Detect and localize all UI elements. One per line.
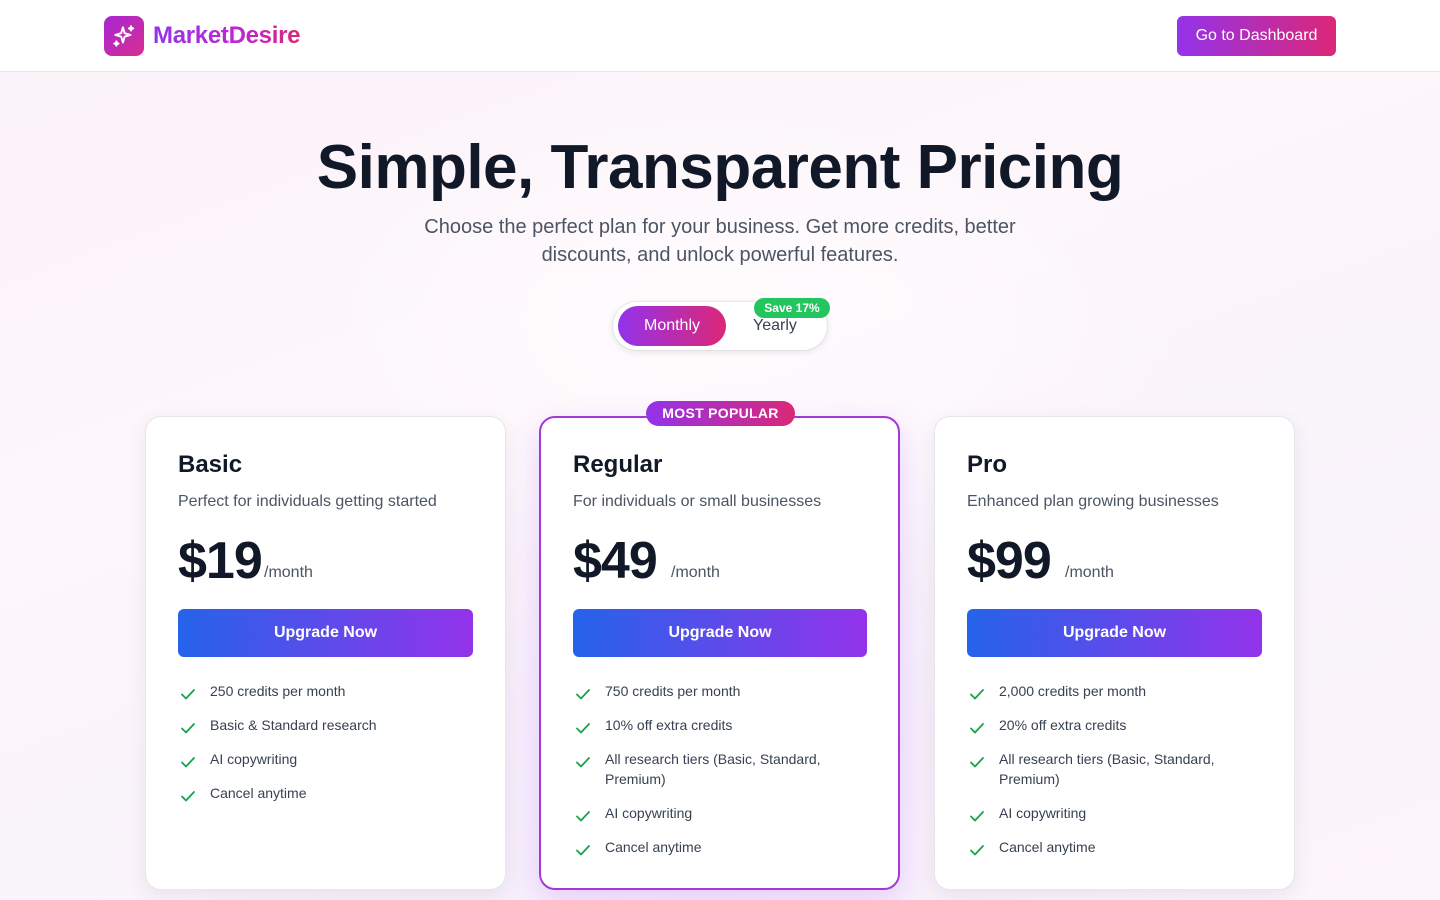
check-icon (970, 689, 984, 700)
feature-text: Cancel anytime (605, 839, 702, 855)
plan-period: /month (671, 564, 720, 581)
plan-card-regular: Regular For individuals or small busines… (539, 416, 900, 890)
upgrade-now-button[interactable]: Upgrade Now (573, 609, 867, 657)
feature-text: AI copywriting (210, 751, 298, 767)
plan-price: $19 (178, 532, 263, 590)
check-icon (576, 811, 590, 822)
plan-period: /month (1065, 564, 1114, 581)
feature-text: Cancel anytime (210, 785, 307, 801)
check-icon (576, 723, 590, 734)
check-icon (181, 723, 195, 734)
plan-name: Pro (967, 451, 1008, 478)
feature-list: 2,000 credits per month 20% off extra cr… (967, 681, 1237, 871)
monthly-toggle-button[interactable]: Monthly (618, 306, 726, 346)
go-to-dashboard-button[interactable]: Go to Dashboard (1177, 16, 1336, 56)
page-title: Simple, Transparent Pricing (316, 133, 1124, 202)
check-icon (970, 723, 984, 734)
feature-text: Basic & Standard research (210, 717, 377, 733)
feature-item: AI copywriting (178, 749, 448, 769)
feature-item: 750 credits per month (573, 681, 843, 701)
plan-card-basic: Basic Perfect for individuals getting st… (145, 416, 506, 890)
most-popular-badge: MOST POPULAR (646, 401, 795, 426)
check-icon (181, 689, 195, 700)
sparkles-icon[interactable] (104, 16, 144, 56)
check-icon (970, 757, 984, 768)
feature-item: All research tiers (Basic, Standard, Pre… (573, 749, 843, 789)
feature-item: 250 credits per month (178, 681, 448, 701)
feature-item: Cancel anytime (178, 783, 448, 803)
feature-item: AI copywriting (967, 803, 1237, 823)
check-icon (576, 757, 590, 768)
feature-text: AI copywriting (999, 805, 1087, 821)
feature-list: 750 credits per month 10% off extra cred… (573, 681, 843, 871)
check-icon (576, 845, 590, 856)
plan-description: Enhanced plan growing businesses (967, 493, 1219, 510)
plan-name: Basic (178, 451, 243, 478)
plan-description: Perfect for individuals getting started (178, 493, 437, 510)
plan-price: $99 (967, 532, 1052, 590)
brand-name[interactable]: MarketDesire (153, 20, 300, 52)
check-icon (576, 689, 590, 700)
plan-period: /month (264, 564, 313, 581)
page-subtitle: Choose the perfect plan for your busines… (424, 216, 1016, 266)
feature-item: All research tiers (Basic, Standard, Pre… (967, 749, 1237, 789)
upgrade-now-button[interactable]: Upgrade Now (178, 609, 473, 657)
check-icon (181, 791, 195, 802)
feature-text: 250 credits per month (210, 683, 346, 699)
feature-text: Cancel anytime (999, 839, 1096, 855)
plan-price: $49 (573, 532, 658, 590)
upgrade-now-button[interactable]: Upgrade Now (967, 609, 1262, 657)
feature-item: 20% off extra credits (967, 715, 1237, 735)
feature-item: 2,000 credits per month (967, 681, 1237, 701)
feature-item: Basic & Standard research (178, 715, 448, 735)
feature-list: 250 credits per month Basic & Standard r… (178, 681, 448, 817)
top-header: MarketDesire Go to Dashboard (0, 0, 1440, 72)
feature-item: AI copywriting (573, 803, 843, 823)
feature-text: All research tiers (Basic, Standard, Pre… (999, 751, 1215, 787)
feature-text: 10% off extra credits (605, 717, 733, 733)
feature-item: Cancel anytime (573, 837, 843, 857)
plan-card-pro: Pro Enhanced plan growing businesses $99… (934, 416, 1295, 890)
plan-description: For individuals or small businesses (573, 493, 822, 510)
check-icon (970, 845, 984, 856)
feature-text: AI copywriting (605, 805, 693, 821)
save-badge: Save 17% (754, 298, 830, 318)
feature-text: 750 credits per month (605, 683, 741, 699)
feature-text: 20% off extra credits (999, 717, 1127, 733)
check-icon (970, 811, 984, 822)
feature-item: Cancel anytime (967, 837, 1237, 857)
check-icon (181, 757, 195, 768)
feature-text: 2,000 credits per month (999, 683, 1147, 699)
feature-item: 10% off extra credits (573, 715, 843, 735)
feature-text: All research tiers (Basic, Standard, Pre… (605, 751, 821, 787)
plan-name: Regular (573, 451, 663, 478)
